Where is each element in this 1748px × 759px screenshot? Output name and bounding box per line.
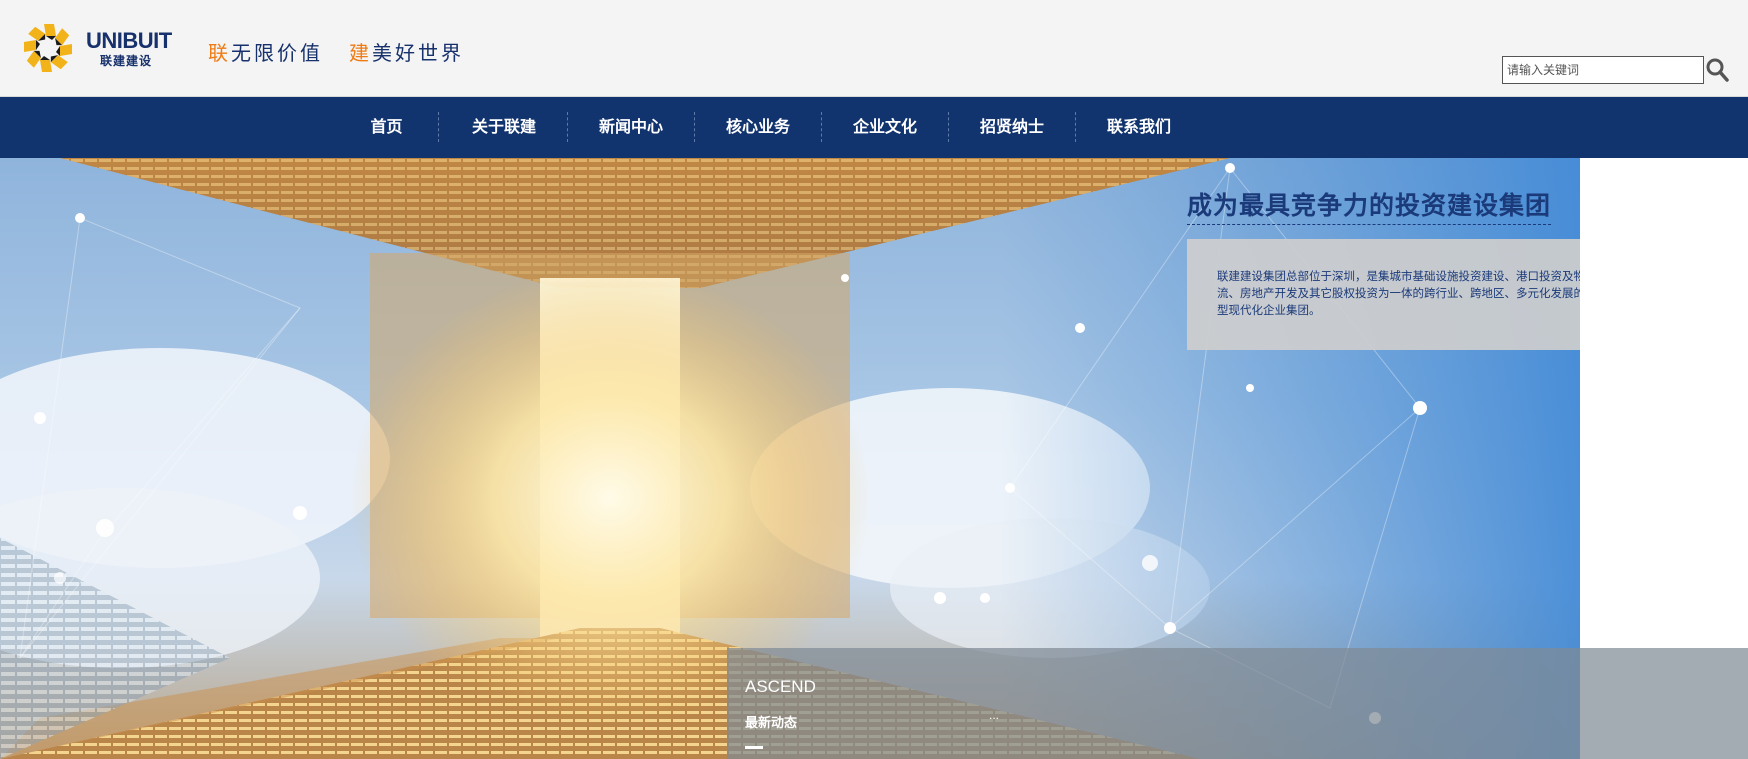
- search-icon[interactable]: [1704, 56, 1730, 84]
- slogan: 联无限价值 建美好世界: [208, 37, 464, 66]
- hero-description: 联建建设集团总部位于深圳，是集城市基础设施投资建设、港口投资及物流、房地产开发及…: [1217, 271, 1580, 317]
- news-title: ASCEND: [745, 677, 816, 696]
- slogan-highlight-2: 建: [349, 43, 372, 65]
- site-header: UNIBUIT 联建建设 联无限价值 建美好世界: [0, 0, 1748, 97]
- slogan-highlight-1: 联: [208, 43, 231, 65]
- hero-title: 成为最具竞争力的投资建设集团: [1187, 186, 1552, 225]
- search-input[interactable]: [1502, 56, 1704, 84]
- slogan-text-1: 无限价值: [231, 43, 323, 65]
- nav-item-about[interactable]: 关于联建: [469, 97, 539, 158]
- news-strip: ASCEND 最新动态 ...: [727, 648, 1748, 759]
- star-burst-logo-icon: [24, 24, 72, 72]
- nav-item-news[interactable]: 新闻中心: [596, 97, 666, 158]
- slogan-text-2: 美好世界: [372, 43, 464, 65]
- nav-item-careers[interactable]: 招贤纳士: [977, 97, 1047, 158]
- news-subtitle[interactable]: 最新动态: [745, 712, 797, 731]
- hero-description-box: 联建建设集团总部位于深圳，是集城市基础设施投资建设、港口投资及物流、房地产开发及…: [1187, 239, 1580, 350]
- nav-item-culture[interactable]: 企业文化: [850, 97, 920, 158]
- logo-text-cn: 联建建设: [100, 54, 153, 68]
- news-more-link[interactable]: ...: [989, 708, 999, 722]
- site-logo[interactable]: UNIBUIT 联建建设: [22, 20, 172, 76]
- logo-text-en: UNIBUIT: [86, 28, 172, 53]
- nav-item-business[interactable]: 核心业务: [723, 97, 793, 158]
- main-nav: 首页 关于联建 新闻中心 核心业务 企业文化 招贤纳士 联系我们: [0, 97, 1748, 158]
- nav-item-home[interactable]: 首页: [355, 97, 418, 158]
- right-blank-area: [1580, 158, 1748, 648]
- news-underline: [745, 746, 763, 749]
- nav-item-contact[interactable]: 联系我们: [1104, 97, 1174, 158]
